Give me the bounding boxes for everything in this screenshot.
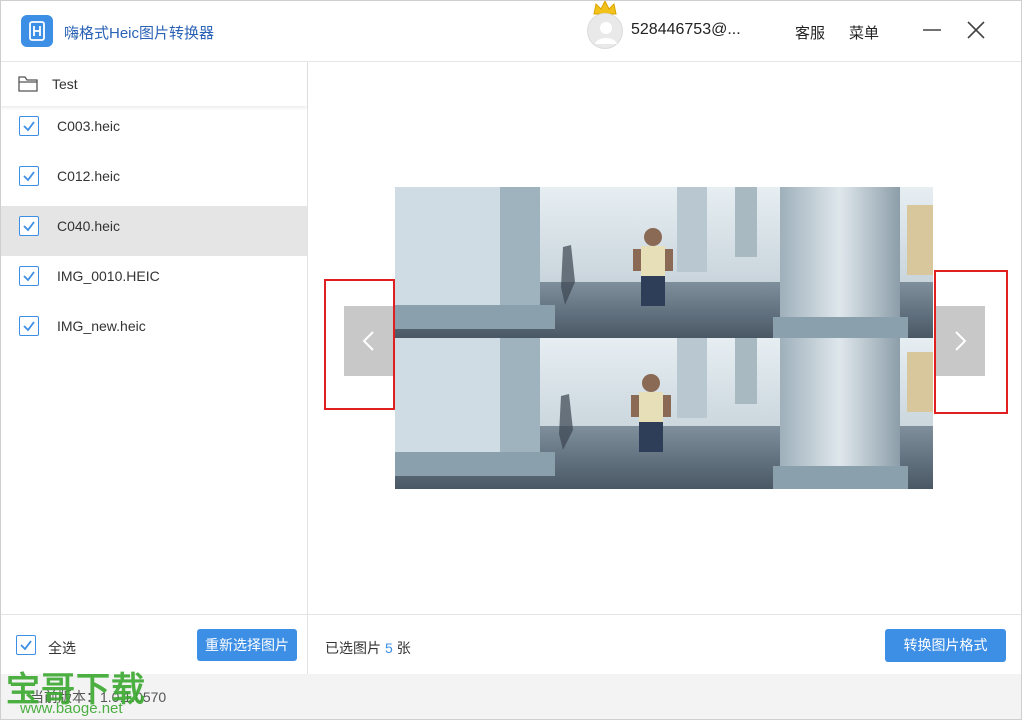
folder-name: Test: [52, 76, 78, 92]
file-sidebar: Test C003.heic C012.heic C040.heic IMG_0010…: [0, 62, 308, 614]
file-checkbox[interactable]: [19, 116, 39, 136]
file-name: IMG_new.heic: [57, 318, 146, 334]
menu-link[interactable]: 菜单: [849, 22, 879, 43]
file-list-item[interactable]: IMG_new.heic: [0, 306, 307, 356]
convert-format-button[interactable]: 转换图片格式: [885, 629, 1006, 662]
close-icon: [967, 21, 985, 39]
file-name: C040.heic: [57, 218, 121, 234]
select-all-checkbox[interactable]: [16, 635, 36, 655]
file-name: C003.heic: [57, 118, 121, 134]
check-icon: [23, 271, 35, 282]
check-icon: [23, 121, 35, 132]
status-bar: 当前版本：1.0.1.0570 宝哥下载 www.baoge.net: [0, 670, 1022, 720]
main-footer: 已选图片 5 张 转换图片格式: [308, 614, 1022, 674]
file-name: C012.heic: [57, 168, 121, 184]
file-checkbox[interactable]: [19, 166, 39, 186]
user-id[interactable]: 528446753@...: [631, 21, 741, 39]
check-icon: [23, 171, 35, 182]
app-title: 嗨格式Heic图片转换器: [64, 25, 215, 42]
file-list: C003.heic C012.heic C040.heic IMG_0010.HEIC…: [0, 106, 307, 356]
file-list-item[interactable]: C040.heic: [0, 206, 307, 256]
customer-service-link[interactable]: 客服: [795, 22, 825, 43]
chevron-right-icon: [955, 331, 967, 351]
watermark-url: www.baoge.net: [20, 700, 123, 717]
previous-image-button[interactable]: [344, 306, 394, 376]
title-bar: 嗨格式Heic图片转换器 528446753@... 客服 菜单: [0, 0, 1022, 62]
selected-suffix: 张: [396, 640, 411, 656]
file-name: IMG_0010.HEIC: [57, 268, 160, 284]
check-icon: [23, 221, 35, 232]
file-checkbox[interactable]: [19, 316, 39, 336]
file-checkbox[interactable]: [19, 266, 39, 286]
user-avatar[interactable]: [587, 13, 623, 49]
reselect-images-button[interactable]: 重新选择图片: [197, 629, 297, 661]
selected-count: 5: [385, 640, 393, 656]
chevron-left-icon: [362, 331, 374, 351]
select-all-label: 全选: [48, 640, 76, 656]
preview-area: [308, 62, 1022, 614]
selected-prefix: 已选图片: [325, 640, 381, 656]
folder-icon: [18, 76, 38, 92]
app-logo-icon: [21, 15, 53, 47]
file-list-item[interactable]: C003.heic: [0, 106, 307, 156]
close-button[interactable]: [962, 17, 990, 45]
file-list-item[interactable]: C012.heic: [0, 156, 307, 206]
folder-row[interactable]: Test: [0, 62, 307, 106]
minimize-icon: [923, 29, 941, 31]
file-checkbox[interactable]: [19, 216, 39, 236]
selected-count-text: 已选图片 5 张: [325, 638, 411, 658]
preview-image: [395, 187, 933, 489]
check-icon: [23, 321, 35, 332]
minimize-button[interactable]: [918, 17, 946, 45]
next-image-button[interactable]: [935, 306, 985, 376]
check-icon: [20, 640, 32, 651]
file-list-item[interactable]: IMG_0010.HEIC: [0, 256, 307, 306]
